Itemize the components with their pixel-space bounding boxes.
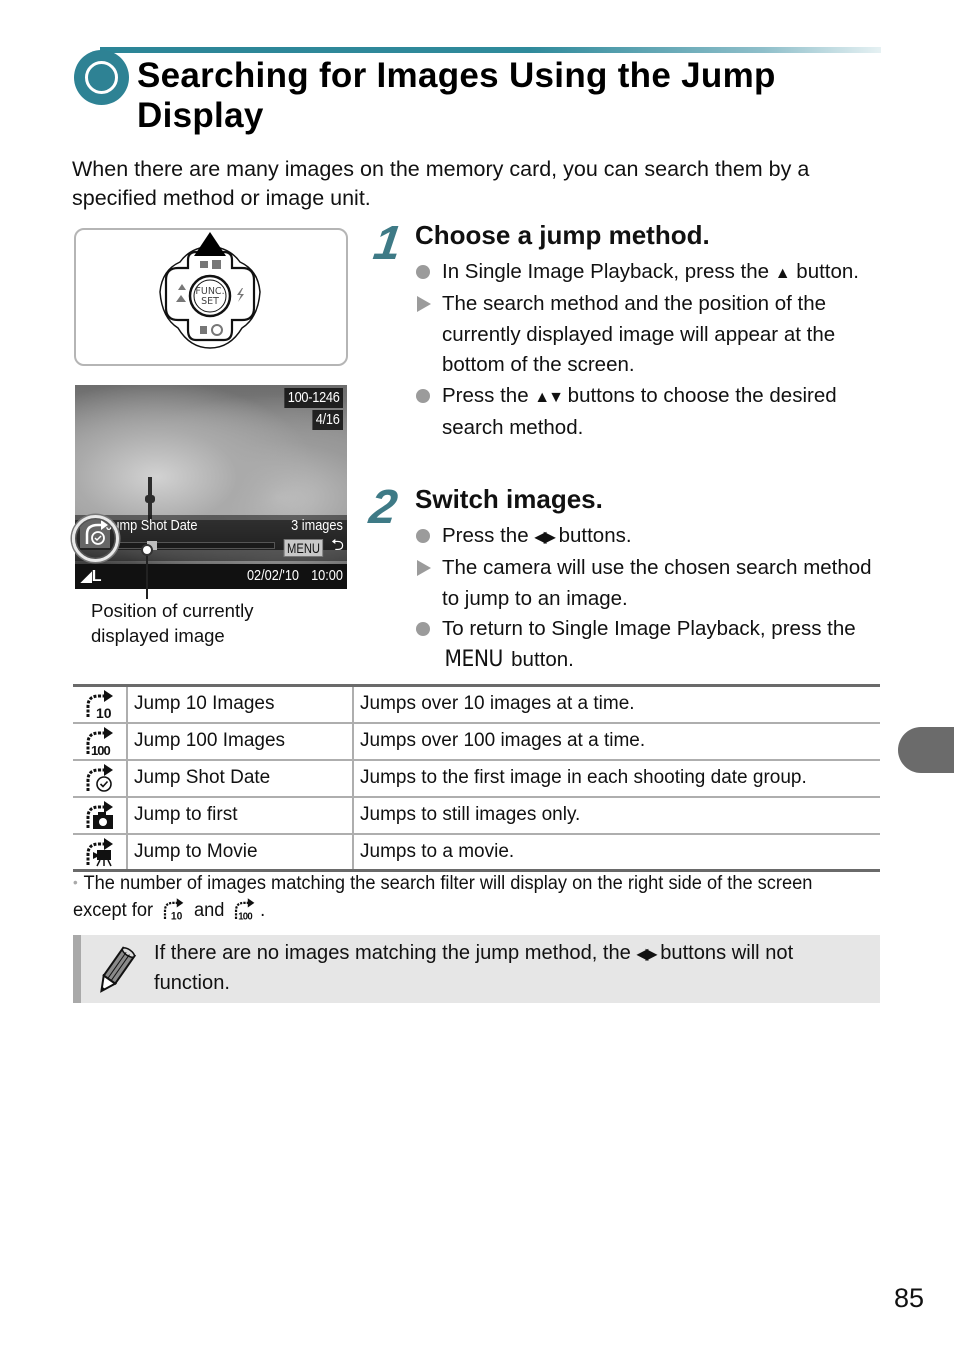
bullet-text: button.	[505, 647, 574, 671]
svg-text:10: 10	[171, 912, 183, 922]
step-title-1: Choose a jump method.	[415, 220, 710, 250]
up-down-buttons-icon: ▲▼	[534, 388, 564, 406]
icon-cell	[73, 759, 128, 798]
icon-cell: 100	[73, 722, 128, 761]
menu-button-icon: MENU	[444, 646, 504, 672]
title-rule	[100, 47, 881, 53]
intro-paragraph: When there are many images on the memory…	[72, 157, 810, 210]
footnote-text: .	[260, 900, 266, 921]
jump-to-first-icon	[86, 801, 113, 829]
method-description: Jumps over 100 images at a time.	[353, 722, 880, 761]
list-item: The camera will use the chosen search me…	[415, 553, 885, 614]
return-icon: ⮌	[331, 537, 344, 554]
image-size-icon: ◢L	[81, 568, 102, 585]
icon-cell: 10	[73, 685, 128, 724]
pencil-icon	[100, 946, 137, 993]
bullet-text: Press the	[442, 524, 535, 547]
control-pad-icon: FUNC. SET	[159, 232, 261, 349]
method-name: Jump Shot Date	[127, 759, 354, 798]
position-track	[115, 542, 275, 549]
shot-time: 10:00	[311, 567, 343, 584]
size-label: L	[91, 568, 102, 585]
svg-text:100: 100	[238, 912, 253, 922]
method-description: Jumps to still images only.	[353, 796, 880, 835]
bullet-text: Press the	[442, 383, 535, 407]
icon-cell	[73, 833, 128, 871]
step-title-2: Switch images.	[415, 484, 603, 514]
highlight-ring	[72, 515, 119, 562]
jump-100-icon: 100	[234, 898, 255, 922]
jump-methods-table: 10 Jump 10 Images Jumps over 10 images a…	[73, 684, 880, 872]
list-item: Press the ▲▼ buttons to choose the desir…	[415, 381, 885, 444]
jump-method-label: Jump Shot Date	[106, 517, 198, 534]
result-bullet-icon	[415, 553, 433, 583]
svg-text:10: 10	[96, 705, 112, 719]
step-number-1: 1	[370, 217, 405, 270]
table-row: 10 Jump 10 Images Jumps over 10 images a…	[73, 685, 880, 724]
method-name: Jump to Movie	[127, 833, 354, 871]
action-bullet-icon	[415, 381, 433, 411]
note-text: If there are no images matching the jump…	[154, 939, 865, 997]
position-caption: Position of currently displayed image	[91, 600, 254, 646]
list-item: To return to Single Image Playback, pres…	[415, 614, 885, 675]
bullet-text: button.	[790, 260, 859, 283]
callout-dot	[141, 544, 153, 556]
footnote-bullet: •	[73, 874, 78, 890]
bullet-text: To return to Single Image Playback, pres…	[442, 617, 856, 641]
method-name: Jump 10 Images	[127, 685, 354, 724]
method-description: Jumps to the first image in each shootin…	[353, 759, 880, 798]
jump-10-icon: 10	[86, 690, 113, 719]
bullet-text: In Single Image Playback, press the	[442, 260, 775, 283]
menu-button-label: MENU	[283, 539, 323, 557]
left-right-buttons-icon: ◀▶	[534, 529, 556, 546]
jump-shot-date-icon	[86, 764, 113, 792]
table-row: Jump Shot Date Jumps to the first image …	[73, 759, 880, 798]
left-right-buttons-icon: ◀▶	[636, 946, 657, 963]
method-name: Jump 100 Images	[127, 722, 354, 761]
tower-pod	[145, 495, 155, 503]
result-bullet-icon	[415, 289, 433, 319]
date-time: 02/02/'10 10:00	[247, 565, 343, 587]
up-arrow-icon	[194, 232, 226, 256]
matching-images-count: 3 images	[291, 517, 343, 534]
method-name: Jump to first	[127, 796, 354, 835]
footnote: • The number of images matching the searc…	[73, 870, 841, 923]
bullet-text: The camera will use the chosen search me…	[442, 556, 872, 610]
table-row: Jump to Movie Jumps to a movie.	[73, 833, 880, 871]
table-row: 100 Jump 100 Images Jumps over 100 image…	[73, 722, 880, 761]
page-number: 85	[894, 1283, 925, 1313]
step-1-instructions: In Single Image Playback, press the ▲ bu…	[415, 257, 885, 443]
jump-10-icon: 10	[163, 898, 184, 922]
chapter-tab	[898, 727, 954, 773]
jump-to-movie-icon	[86, 837, 113, 867]
svg-text:100: 100	[91, 743, 110, 756]
method-description: Jumps to a movie.	[360, 840, 515, 862]
list-item: The search method and the position of th…	[415, 289, 885, 380]
list-item: In Single Image Playback, press the ▲ bu…	[415, 257, 885, 289]
footnote-text: and	[193, 900, 225, 921]
action-bullet-icon	[415, 521, 433, 551]
shot-date: 02/02/'10	[246, 567, 300, 584]
note-text-part: If there are no images matching the jump…	[154, 941, 637, 964]
jump-100-icon: 100	[86, 727, 113, 756]
list-item: Press the ◀▶ buttons.	[415, 521, 885, 553]
page-title: Searching for Images Using the Jump Disp…	[137, 56, 776, 135]
action-bullet-icon	[415, 257, 433, 287]
step-2-instructions: Press the ◀▶ buttons. The camera will us…	[415, 521, 885, 675]
method-description: Jumps over 10 images at a time.	[353, 685, 880, 724]
action-bullet-icon	[415, 614, 433, 644]
camera-screen-preview: 100-1246 4/16 Jump Shot Date 3 images ME…	[75, 385, 347, 589]
folder-file-number: 100-1246	[284, 388, 343, 408]
step-number-2: 2	[366, 481, 401, 534]
callout-line	[146, 549, 148, 599]
bullet-text: The search method and the position of th…	[442, 292, 836, 377]
table-row: Jump to first Jumps to still images only…	[73, 796, 880, 835]
icon-cell	[73, 796, 128, 835]
up-button-icon: ▲	[774, 265, 791, 282]
image-counter: 4/16	[312, 410, 343, 430]
bullet-text: buttons.	[552, 524, 632, 547]
set-label: SET	[201, 296, 219, 307]
section-circle-icon	[74, 50, 129, 105]
